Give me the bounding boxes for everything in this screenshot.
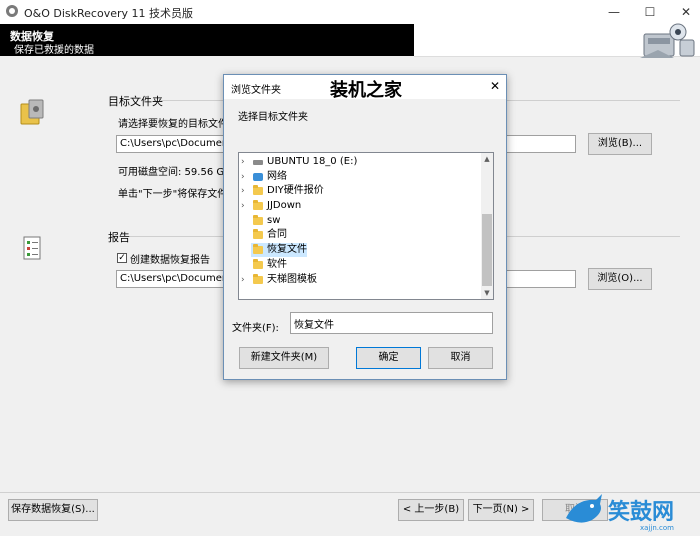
tree-item-label: 恢复文件 — [267, 244, 307, 255]
page-subtitle: 保存已救援的数据 — [14, 45, 94, 56]
watermark-url: xajjn.com — [640, 524, 674, 532]
dialog-prompt: 选择目标文件夹 — [238, 112, 308, 123]
watermark-text: 笑鼓网 — [608, 500, 675, 525]
folder-tree[interactable]: › UBUNTU 18_0 (E:) › 网络 › DIY硬件报价 › JJDo… — [238, 152, 494, 300]
save-recovery-button[interactable]: 保存数据恢复(S)... — [8, 499, 98, 521]
target-folder-label: 目标文件夹 — [108, 95, 163, 108]
folder-name-input[interactable]: 恢复文件 — [290, 312, 493, 334]
dialog-title: 浏览文件夹 — [231, 85, 281, 96]
dialog-watermark-text: 装机之家 — [330, 80, 402, 101]
create-report-checkbox[interactable]: ✓ — [117, 253, 127, 263]
folder-icon — [253, 229, 263, 239]
chevron-right-icon[interactable]: › — [241, 170, 249, 184]
chevron-right-icon[interactable]: › — [241, 155, 249, 169]
tree-item-label: sw — [267, 215, 281, 226]
tree-item-label: UBUNTU 18_0 (E:) — [267, 156, 358, 167]
tree-item-label: 网络 — [267, 171, 287, 182]
tree-item-label: 合同 — [267, 229, 287, 240]
folder-name-label: 文件夹(F): — [232, 323, 279, 334]
tree-item-ladder-template[interactable]: › 天梯图模板 — [239, 273, 481, 287]
drive-icon — [253, 160, 263, 165]
report-label: 报告 — [108, 231, 130, 244]
new-folder-button[interactable]: 新建文件夹(M) — [239, 347, 329, 369]
network-icon — [253, 173, 263, 181]
tree-item-label: 软件 — [267, 259, 287, 270]
window-title: O&O DiskRecovery 11 技术员版 — [24, 7, 194, 20]
shark-watermark-icon — [566, 494, 602, 523]
folder-icon — [253, 200, 263, 210]
create-report-label: 创建数据恢复报告 — [130, 255, 210, 266]
chevron-right-icon[interactable]: › — [241, 199, 249, 213]
tree-item-diy[interactable]: › DIY硬件报价 — [239, 184, 481, 198]
browse-target-button[interactable]: 浏览(B)... — [588, 133, 652, 155]
next-step-button[interactable]: 下一页(N) > — [468, 499, 534, 521]
disk-recovery-logo-icon — [640, 23, 695, 58]
tree-item-label: JJDown — [267, 200, 302, 211]
dialog-close-button[interactable]: ✕ — [486, 77, 504, 95]
folder-icon — [253, 185, 263, 195]
folder-icon — [253, 244, 263, 254]
tree-item-jjdown[interactable]: › JJDown — [239, 199, 481, 213]
scroll-up-arrow-icon[interactable]: ▲ — [481, 154, 493, 164]
scroll-down-arrow-icon[interactable]: ▼ — [481, 288, 493, 298]
chevron-right-icon[interactable]: › — [241, 273, 249, 287]
ok-button[interactable]: 确定 — [356, 347, 421, 369]
chevron-right-icon[interactable]: › — [241, 184, 249, 198]
folder-icon — [253, 215, 263, 225]
browse-report-button[interactable]: 浏览(O)... — [588, 268, 652, 290]
tree-item-sw[interactable]: sw — [239, 214, 481, 228]
tree-item-drive-e[interactable]: › UBUNTU 18_0 (E:) — [239, 155, 481, 169]
tree-item-recovery-selected[interactable]: 恢复文件 — [251, 243, 307, 257]
minimize-button[interactable]: — — [600, 0, 628, 24]
prev-step-button[interactable]: < 上一步(B) — [398, 499, 464, 521]
target-folder-icon — [20, 98, 46, 126]
folder-icon — [253, 274, 263, 284]
target-instruction: 请选择要恢复的目标文件夹 — [118, 119, 238, 130]
app-icon — [6, 5, 18, 17]
tree-item-software[interactable]: 软件 — [239, 258, 481, 272]
folder-icon — [253, 259, 263, 269]
scrollbar-thumb[interactable] — [482, 214, 492, 286]
next-step-hint: 单击"下一步"将保存文件到 — [118, 189, 238, 200]
tree-item-network[interactable]: › 网络 — [239, 170, 481, 184]
report-list-icon — [22, 236, 44, 262]
tree-item-label: DIY硬件报价 — [267, 185, 324, 196]
tree-item-label: 天梯图模板 — [267, 274, 317, 285]
cancel-button[interactable]: 取消 — [428, 347, 493, 369]
tree-item-contract[interactable]: 合同 — [239, 228, 481, 242]
